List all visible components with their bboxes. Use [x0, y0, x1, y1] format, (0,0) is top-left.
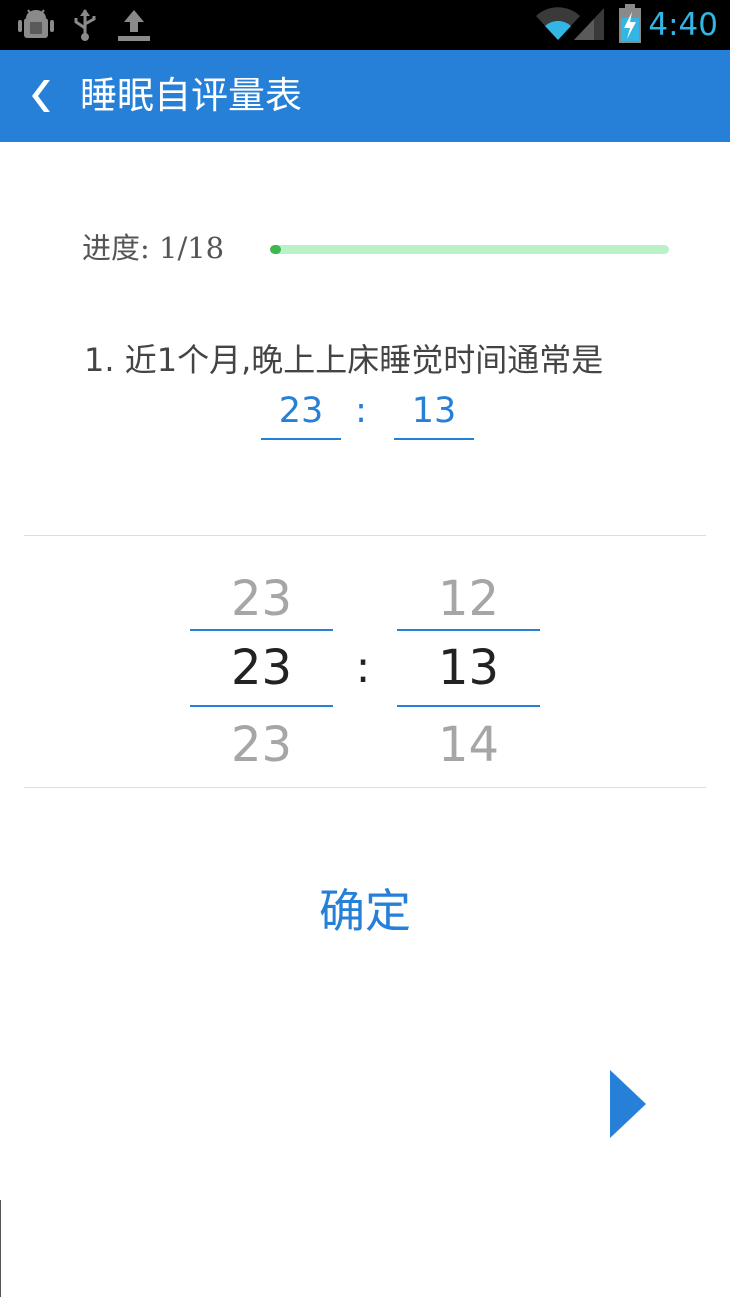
minute-next-item[interactable]: 14: [397, 710, 540, 780]
hour-selection-bottom-line: [190, 705, 333, 707]
app-bar: 睡眠自评量表: [0, 50, 730, 142]
confirm-button[interactable]: 确定: [265, 878, 465, 944]
signal-icon: [572, 6, 606, 46]
hour-next-item[interactable]: 23: [190, 710, 333, 780]
hour-prev-item[interactable]: 23: [190, 564, 333, 634]
page-title: 睡眠自评量表: [80, 74, 302, 117]
upload-icon: [116, 8, 152, 46]
minute-picker[interactable]: 12 13 14: [397, 560, 540, 780]
minute-selection-bottom-line: [397, 705, 540, 707]
clock: 4:40: [648, 7, 718, 43]
picker-top-divider: [24, 535, 706, 536]
next-arrow-icon: [610, 1070, 646, 1138]
minute-selected-item[interactable]: 13: [397, 633, 540, 703]
picker-separator: :: [355, 642, 371, 693]
progress-fill: [270, 245, 282, 254]
question-text: 1. 近1个月,晚上上床睡觉时间通常是: [84, 341, 604, 379]
screen-edge-line: [0, 1200, 1, 1297]
next-button[interactable]: [606, 1066, 650, 1142]
progress-label: 进度: 1/18: [82, 231, 225, 265]
usb-icon: [72, 8, 98, 46]
answer-separator: :: [355, 391, 367, 431]
hour-selected-item[interactable]: 23: [190, 633, 333, 703]
status-bar: 4:40: [0, 0, 730, 50]
chevron-left-icon: [32, 80, 50, 112]
hour-picker[interactable]: 23 23 23: [190, 560, 333, 780]
android-debug-icon: [18, 8, 54, 46]
progress-bar: [270, 245, 669, 254]
back-button[interactable]: [28, 76, 62, 116]
battery-charging-icon: [618, 4, 642, 48]
minute-selection-top-line: [397, 629, 540, 631]
answer-hour-field[interactable]: 23: [261, 388, 341, 440]
minute-prev-item[interactable]: 12: [397, 564, 540, 634]
picker-bottom-divider: [24, 787, 706, 788]
hour-selection-top-line: [190, 629, 333, 631]
answer-minute-field[interactable]: 13: [394, 388, 474, 440]
